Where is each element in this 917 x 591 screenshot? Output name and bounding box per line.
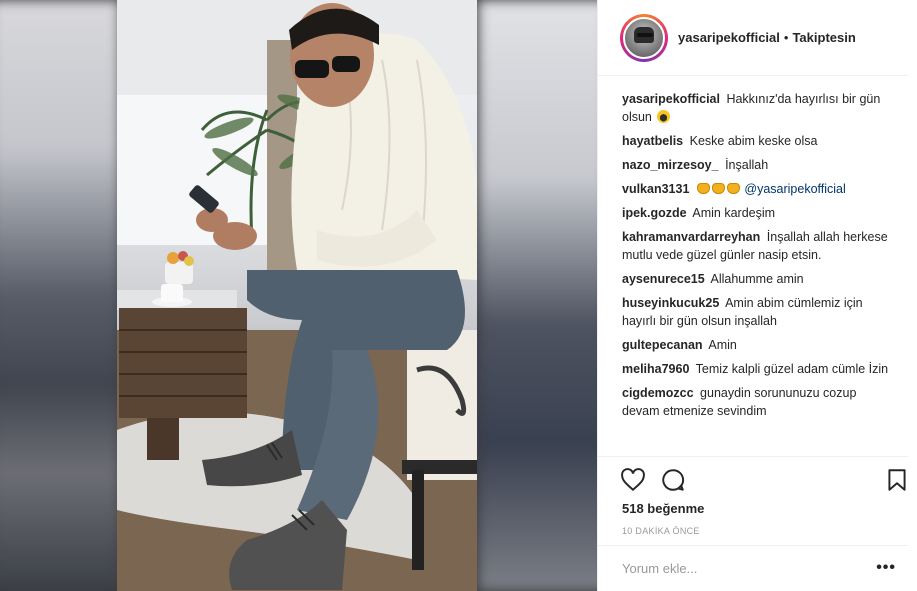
- post-header: yasaripekofficial • Takiptesin: [598, 0, 908, 76]
- comment-item: ipek.gozde Amin kardeşim: [622, 204, 892, 222]
- comment-text: İnşallah: [725, 158, 769, 172]
- comment-username[interactable]: aysenurece15: [622, 272, 705, 286]
- fist-emoji-icon: [696, 183, 710, 194]
- post-photo[interactable]: [117, 0, 477, 591]
- blurred-background-right: [478, 0, 597, 591]
- comment-username[interactable]: nazo_mirzesoy_: [622, 158, 719, 172]
- comment-username[interactable]: ipek.gozde: [622, 206, 687, 220]
- comment-text: Allahumme amin: [710, 272, 804, 286]
- comment-item: vulkan3131 @yasaripekofficial: [622, 180, 892, 198]
- comment-bubble-icon[interactable]: [660, 467, 686, 493]
- comment-text: Amin: [708, 338, 737, 352]
- comment-input[interactable]: [622, 561, 862, 576]
- comment-item: meliha7960 Temiz kalpli güzel adam cümle…: [622, 360, 892, 378]
- avatar-sunglasses: [637, 32, 653, 37]
- heart-icon[interactable]: [620, 467, 646, 493]
- caption: yasaripekofficial Hakkınız'da hayırlısı …: [622, 90, 892, 126]
- comment-item: cigdemozcc gunaydin sorununuzu cozup dev…: [622, 384, 892, 420]
- fist-emoji-icon: [726, 183, 740, 194]
- comment-username[interactable]: huseyinkucuk25: [622, 296, 719, 310]
- comment-username[interactable]: meliha7960: [622, 362, 689, 376]
- comment-username[interactable]: gultepecanan: [622, 338, 703, 352]
- comment-item: nazo_mirzesoy_ İnşallah: [622, 156, 892, 174]
- post-username[interactable]: yasaripekofficial: [678, 30, 780, 45]
- post-actions: 518 beğenme 10 DAKİKA ÖNCE: [598, 456, 908, 546]
- comment-text: Temiz kalpli güzel adam cümle İzin: [695, 362, 889, 376]
- comment-username[interactable]: hayatbelis: [622, 134, 683, 148]
- comment-item: kahramanvardarreyhan İnşallah allah herk…: [622, 228, 892, 264]
- mention-link[interactable]: @yasaripekofficial: [744, 182, 845, 196]
- more-options-icon[interactable]: •••: [876, 560, 896, 576]
- photo-viewer[interactable]: [0, 0, 597, 591]
- comment-text: Keske abim keske olsa: [689, 134, 818, 148]
- comment-item: huseyinkucuk25 Amin abim cümlemiz için h…: [622, 294, 892, 330]
- blurred-background-left: [0, 0, 120, 591]
- bookmark-icon[interactable]: [884, 467, 910, 493]
- like-count[interactable]: 518 beğenme: [622, 501, 704, 516]
- comment-item: hayatbelis Keske abim keske olsa: [622, 132, 892, 150]
- comment-item: gultepecanan Amin: [622, 336, 892, 354]
- follow-status-button[interactable]: Takiptesin: [792, 30, 855, 45]
- comment-username[interactable]: vulkan3131: [622, 182, 689, 196]
- comment-username[interactable]: cigdemozcc: [622, 386, 694, 400]
- fist-emoji-icon: [711, 183, 725, 194]
- add-comment-bar: •••: [598, 545, 908, 591]
- photo-illustration: [117, 0, 477, 591]
- comment-username[interactable]: kahramanvardarreyhan: [622, 230, 760, 244]
- comment-item: aysenurece15 Allahumme amin: [622, 270, 892, 288]
- post-detail-panel: yasaripekofficial • Takiptesin yasaripek…: [597, 0, 917, 591]
- comments-list[interactable]: yasaripekofficial Hakkınız'da hayırlısı …: [622, 90, 892, 456]
- comment-username[interactable]: yasaripekofficial: [622, 92, 720, 106]
- comment-text: Amin kardeşim: [692, 206, 776, 220]
- profile-avatar-icon[interactable]: [623, 16, 665, 59]
- header-separator: •: [783, 30, 789, 45]
- sunglasses-emoji-icon: [657, 110, 671, 123]
- story-ring[interactable]: [620, 13, 668, 62]
- post-timestamp: 10 DAKİKA ÖNCE: [622, 526, 700, 536]
